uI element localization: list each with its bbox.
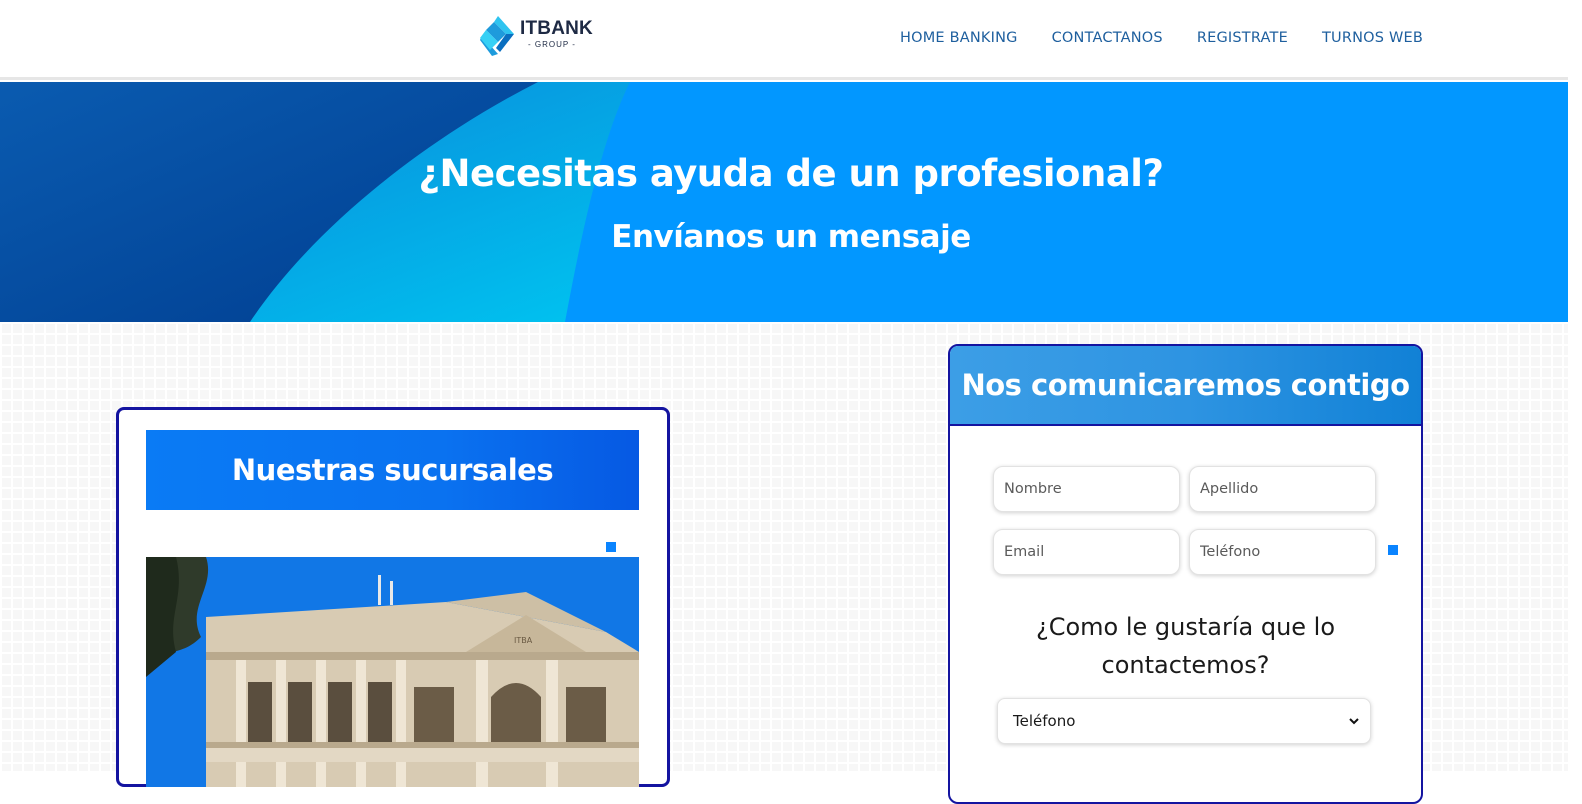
nav-home-banking[interactable]: HOME BANKING bbox=[900, 30, 1018, 46]
main-nav: HOME BANKING CONTACTANOS REGISTRATE TURN… bbox=[900, 30, 1423, 46]
site-header: ITBANK - GROUP - HOME BANKING CONTACTANO… bbox=[0, 0, 1582, 80]
logo[interactable]: ITBANK - GROUP - bbox=[480, 16, 593, 58]
decorative-square bbox=[1388, 545, 1398, 555]
nav-contactanos[interactable]: CONTACTANOS bbox=[1052, 30, 1163, 46]
branches-card: Nuestras sucursales ITBA bbox=[116, 407, 670, 787]
contact-method-question: ¿Como le gustaría que lo contactemos? bbox=[1035, 613, 1336, 679]
email-field[interactable] bbox=[993, 529, 1180, 575]
hero-subtitle: Envíanos un mensaje bbox=[611, 219, 971, 255]
telefono-field[interactable] bbox=[1189, 529, 1376, 575]
nav-turnos-web[interactable]: TURNOS WEB bbox=[1322, 30, 1423, 46]
building-inscription: ITBA bbox=[514, 636, 533, 645]
branches-header: Nuestras sucursales bbox=[146, 430, 639, 510]
hero-banner: ¿Necesitas ayuda de un profesional? Enví… bbox=[0, 82, 1582, 322]
page-scrollbar[interactable] bbox=[1568, 0, 1582, 771]
logo-name: ITBANK bbox=[520, 18, 593, 39]
branch-photo: ITBA bbox=[146, 557, 639, 787]
logo-subtitle: - GROUP - bbox=[528, 40, 576, 49]
contact-method-select[interactable]: Teléfono bbox=[997, 698, 1371, 744]
branch-building-image: ITBA bbox=[146, 557, 639, 787]
hero-background bbox=[0, 82, 630, 322]
nombre-field[interactable] bbox=[993, 466, 1180, 512]
branches-title: Nuestras sucursales bbox=[231, 453, 554, 487]
itbank-logo-icon bbox=[480, 16, 514, 56]
main-content: Nuestras sucursales ITBA Nos comunicarem… bbox=[0, 322, 1582, 804]
chevron-down-icon bbox=[1349, 718, 1359, 725]
apellido-field[interactable] bbox=[1189, 466, 1376, 512]
hero-title: ¿Necesitas ayuda de un profesional? bbox=[418, 152, 1164, 195]
contact-method-value: Teléfono bbox=[1013, 712, 1076, 730]
contact-card: Nos comunicaremos contigo ¿Como le gusta… bbox=[948, 344, 1423, 804]
nav-registrate[interactable]: REGISTRATE bbox=[1197, 30, 1288, 46]
contact-title: Nos comunicaremos contigo bbox=[961, 368, 1410, 402]
contact-header: Nos comunicaremos contigo bbox=[950, 346, 1421, 426]
decorative-square bbox=[606, 542, 616, 552]
